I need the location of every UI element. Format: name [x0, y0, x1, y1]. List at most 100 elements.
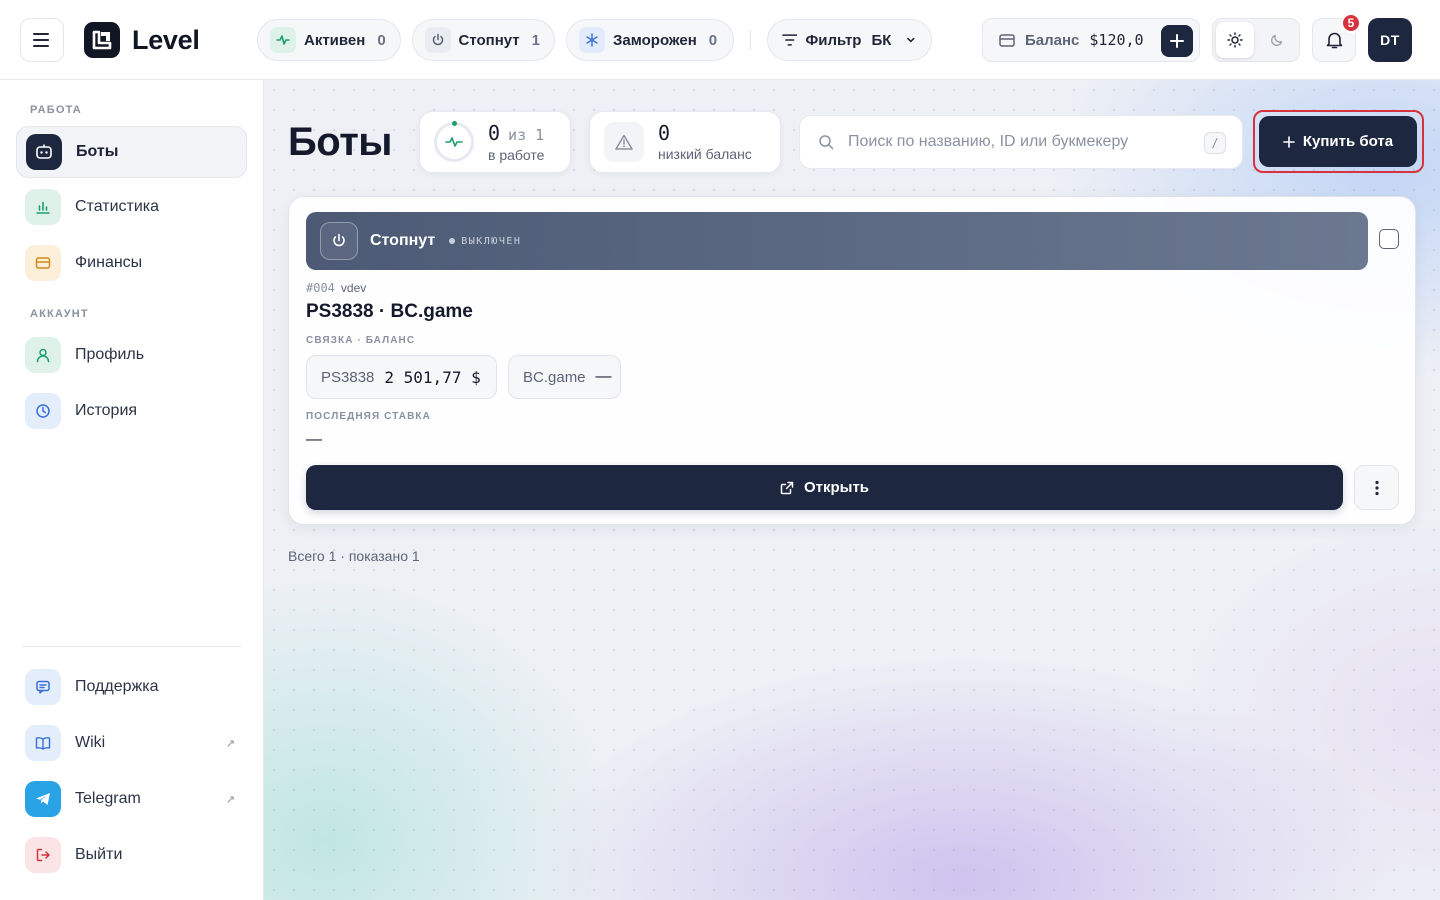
sidebar-section-work: РАБОТА [30, 104, 82, 116]
bookmaker-balance: 2 501,77 $ [384, 367, 481, 387]
search-input[interactable] [848, 133, 1178, 151]
hamburger-icon [33, 33, 49, 47]
logo-mark-icon [84, 22, 120, 58]
clock-icon [25, 393, 61, 429]
external-link-icon: ↗ [225, 793, 235, 806]
pulse-icon [270, 27, 296, 53]
external-link-icon [780, 481, 794, 494]
plus-icon [1170, 34, 1184, 48]
chip-active[interactable]: Активен 0 [257, 19, 401, 61]
sidebar-item-label: Wiki [75, 734, 106, 751]
search-icon [819, 135, 834, 150]
bot-select-checkbox[interactable] [1379, 229, 1399, 249]
filter-icon [782, 34, 798, 46]
sidebar-item-label: Поддержка [75, 678, 159, 695]
chip-active-label: Активен [304, 31, 366, 49]
status-dot [449, 238, 456, 244]
stat-low-balance-value: 0 [658, 121, 671, 145]
stat-low-balance-label: низкий баланс [658, 146, 752, 162]
bot-name: PS3838 · BC.game [306, 301, 473, 322]
bot-card: Стопнут ВЫКЛЮЧЕН #004 vdev PS3838 · BC.ga… [288, 196, 1416, 525]
sidebar-item-bots[interactable]: Боты [16, 126, 247, 178]
sidebar-section-account: АККАУНТ [30, 308, 89, 320]
balance-amount: $120,0 [1089, 31, 1144, 49]
bookmaker-balance-pill: PS3838 2 501,77 $ [306, 355, 497, 399]
plus-icon [1283, 135, 1295, 148]
telegram-icon [25, 781, 61, 817]
sidebar-item-label: Профиль [75, 346, 145, 363]
top-bar: Level Активен 0 Стопнут 1 Заморожен 0 Фи… [0, 0, 1440, 80]
more-options-button[interactable] [1354, 465, 1399, 510]
wallet-icon [25, 245, 61, 281]
theme-toggle [1212, 18, 1300, 62]
bot-icon [26, 134, 62, 170]
bot-card-header: Стопнут ВЫКЛЮЧЕН [306, 212, 1368, 270]
sidebar-item-logout[interactable]: Выйти [16, 829, 247, 881]
sidebar-item-stats[interactable]: Статистика [16, 181, 247, 233]
bookmaker-balance: — [595, 368, 612, 385]
sidebar-item-label: Выйти [75, 846, 123, 863]
chip-frozen-label: Заморожен [613, 31, 697, 49]
sidebar-item-label: Статистика [75, 198, 160, 215]
theme-dark-button[interactable] [1258, 22, 1296, 58]
sidebar-item-telegram[interactable]: Telegram ↗ [16, 773, 247, 825]
sidebar: РАБОТА Боты Статистика Финансы АККАУНТ П… [0, 80, 264, 900]
avatar[interactable]: DT [1368, 18, 1412, 62]
stat-in-work-total: из 1 [508, 125, 545, 144]
chart-icon [25, 189, 61, 225]
sidebar-item-history[interactable]: История [16, 385, 247, 437]
bot-meta: #004 vdev [306, 281, 366, 295]
buy-bot-label: Купить бота [1302, 133, 1394, 150]
sidebar-item-label: История [75, 402, 138, 419]
toolbar-divider [750, 30, 751, 50]
bot-status: Стопнут [370, 232, 436, 249]
power-icon [320, 222, 358, 260]
search-shortcut-hint: / [1204, 132, 1226, 154]
power-icon [425, 27, 451, 53]
bookmaker-balance-pill: BC.game — [508, 355, 621, 399]
bot-id: #004 [306, 281, 335, 295]
stat-in-work-value: 0 [488, 120, 501, 145]
results-count: Всего 1 · показано 1 [288, 548, 420, 564]
sidebar-item-support[interactable]: Поддержка [16, 661, 247, 713]
link-balance-caption: СВЯЗКА · БАЛАНС [306, 335, 416, 346]
main-content: Боты 0 из 1 в работе 0 низкий баланс / Ку… [264, 80, 1440, 900]
chip-stopped-label: Стопнут [458, 31, 520, 49]
bookmaker-name: PS3838 [321, 368, 375, 386]
notifications-badge: 5 [1341, 13, 1361, 33]
brand-name: Level [132, 24, 200, 55]
warning-icon [604, 122, 644, 162]
chevron-down-icon [907, 37, 915, 43]
theme-light-button[interactable] [1216, 22, 1254, 58]
buy-bot-button[interactable]: Купить бота [1259, 116, 1417, 167]
chip-frozen[interactable]: Заморожен 0 [566, 19, 734, 61]
activity-ring-icon [434, 121, 474, 162]
last-bet-value: — [306, 431, 322, 448]
balance-label: Баланс [1025, 31, 1080, 49]
user-icon [25, 337, 61, 373]
external-link-icon: ↗ [225, 737, 235, 750]
logo[interactable]: Level [84, 22, 200, 58]
top-up-button[interactable] [1161, 25, 1193, 57]
chip-frozen-count: 0 [708, 31, 718, 49]
stat-in-work-label: в работе [488, 146, 545, 163]
search-box: / [799, 115, 1243, 169]
sidebar-item-profile[interactable]: Профиль [16, 329, 247, 381]
filter-dropdown[interactable]: Фильтр БК [767, 19, 932, 61]
sidebar-item-finance[interactable]: Финансы [16, 237, 247, 289]
chat-icon [25, 669, 61, 705]
notifications-button[interactable]: 5 [1312, 13, 1361, 62]
sun-icon [1227, 32, 1243, 48]
bot-status-sub: ВЫКЛЮЧЕН [461, 235, 522, 247]
sidebar-item-wiki[interactable]: Wiki ↗ [16, 717, 247, 769]
snowflake-icon [579, 27, 605, 53]
bot-owner: vdev [340, 281, 367, 295]
chip-stopped[interactable]: Стопнут 1 [412, 19, 555, 61]
sidebar-item-label: Финансы [75, 254, 143, 271]
sidebar-divider [22, 646, 241, 647]
chip-stopped-count: 1 [531, 31, 540, 49]
menu-button[interactable] [20, 18, 64, 62]
sidebar-item-label: Telegram [75, 790, 141, 807]
open-bot-button[interactable]: Открыть [306, 465, 1343, 510]
moon-icon [1271, 34, 1283, 46]
